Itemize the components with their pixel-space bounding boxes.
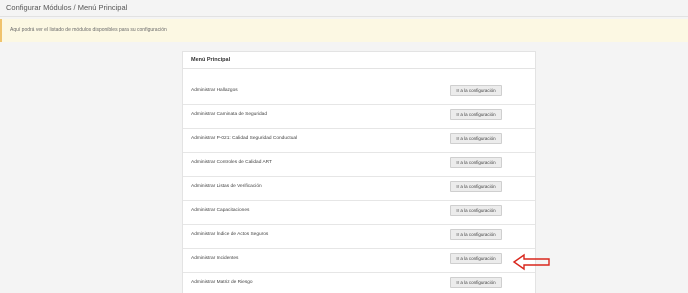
info-alert: Aquí podrá ver el listado de módulos dis… [0, 19, 688, 42]
configure-button[interactable]: Ir a la configuración [450, 229, 502, 240]
panel-title: Menú Principal [183, 52, 535, 69]
module-row: Administrar Matriz de Riesgo Ir a la con… [183, 273, 535, 293]
left-arrow-annotation-icon [512, 253, 550, 271]
module-label: Administrar Listas de Verificación [191, 184, 262, 189]
main-menu-panel: Menú Principal Administrar Hallazgos Ir … [182, 51, 536, 293]
configure-button[interactable]: Ir a la configuración [450, 109, 502, 120]
module-row: Administrar Listas de Verificación Ir a … [183, 177, 535, 201]
module-row: Administrar P-021: Calidad Seguridad Con… [183, 129, 535, 153]
module-label: Administrar Hallazgos [191, 88, 238, 93]
module-label: Administrar Incidentes [191, 256, 239, 261]
module-row: Administrar Caminata de Seguridad Ir a l… [183, 105, 535, 129]
module-row: Administrar Incidentes Ir a la configura… [183, 249, 535, 273]
module-label: Administrar P-021: Calidad Seguridad Con… [191, 136, 298, 141]
module-row: Administrar Capacitaciones Ir a la confi… [183, 201, 535, 225]
configure-button[interactable]: Ir a la configuración [450, 277, 502, 288]
module-row: Administrar Hallazgos Ir a la configurac… [183, 81, 535, 105]
configure-button[interactable]: Ir a la configuración [450, 253, 502, 264]
module-label: Administrar Caminata de Seguridad [191, 112, 267, 117]
configure-button[interactable]: Ir a la configuración [450, 85, 502, 96]
configure-button[interactable]: Ir a la configuración [450, 181, 502, 192]
module-label: Administrar Capacitaciones [191, 208, 250, 213]
module-label: Administrar Controles de Calidad ART [191, 160, 272, 165]
module-label: Administrar Índice de Actos Seguros [191, 232, 269, 237]
module-row: Administrar Controles de Calidad ART Ir … [183, 153, 535, 177]
module-label: Administrar Matriz de Riesgo [191, 280, 253, 285]
module-row: Administrar Índice de Actos Seguros Ir a… [183, 225, 535, 249]
configure-button[interactable]: Ir a la configuración [450, 133, 502, 144]
header-divider [0, 16, 688, 17]
page-title: Configurar Módulos / Menú Principal [0, 0, 688, 17]
info-alert-text: Aquí podrá ver el listado de módulos dis… [10, 27, 167, 33]
configure-button[interactable]: Ir a la configuración [450, 205, 502, 216]
configure-button[interactable]: Ir a la configuración [450, 157, 502, 168]
